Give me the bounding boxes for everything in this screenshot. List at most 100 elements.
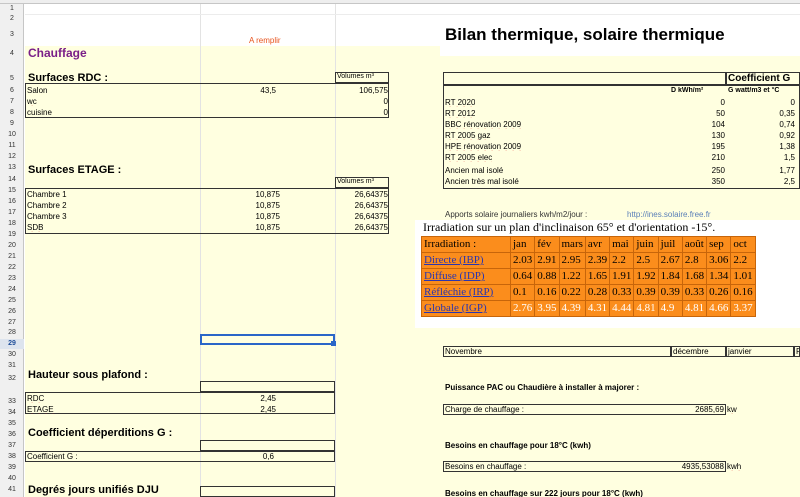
row-number[interactable]: 19: [0, 230, 24, 240]
etage-row-surface[interactable]: 10,875: [200, 201, 280, 210]
coef-row-g[interactable]: 0,92: [726, 131, 795, 140]
coef-row-name[interactable]: RT 2020: [445, 98, 475, 107]
coef-row-name[interactable]: HPE rénovation 2009: [445, 142, 521, 151]
row-number[interactable]: 32: [0, 374, 24, 384]
row-number[interactable]: 27: [0, 318, 24, 328]
row-number[interactable]: 39: [0, 463, 24, 473]
etage-row-surface[interactable]: 10,875: [200, 223, 280, 232]
rdc-row-surface[interactable]: 43,5: [200, 86, 276, 95]
coef-row-g[interactable]: 0,35: [726, 109, 795, 118]
row-number[interactable]: 34: [0, 408, 24, 418]
row-header-bar[interactable]: 1 2 3 4 5 6 7 8 9 10 11 12 13 14 15 16 1…: [0, 4, 24, 497]
row-number[interactable]: 6: [0, 86, 24, 96]
row-number[interactable]: 13: [0, 163, 24, 173]
coef-row-kwh[interactable]: 130: [671, 131, 725, 140]
irr-row-link-reflechie[interactable]: Réfléchie (IRP): [424, 286, 493, 298]
etage-row-volume[interactable]: 26,64375: [335, 190, 388, 199]
coef-row-kwh[interactable]: 104: [671, 120, 725, 129]
month-cell-decembre[interactable]: décembre: [671, 346, 726, 357]
coef-g-header-blank[interactable]: [443, 72, 726, 85]
etage-row-name[interactable]: Chambre 1: [27, 190, 67, 199]
row-number[interactable]: 22: [0, 263, 24, 273]
row-number[interactable]: 4: [0, 49, 24, 59]
row-number[interactable]: 1: [0, 4, 24, 14]
coef-row-g[interactable]: 1,77: [726, 166, 795, 175]
row-number[interactable]: 5: [0, 74, 24, 84]
row-number[interactable]: 25: [0, 296, 24, 306]
hauteur-row-name[interactable]: RDC: [27, 394, 44, 403]
etage-row-surface[interactable]: 10,875: [200, 190, 280, 199]
row-number[interactable]: 12: [0, 152, 24, 162]
row-number[interactable]: 36: [0, 430, 24, 440]
row-number[interactable]: 21: [0, 252, 24, 262]
row-number[interactable]: 11: [0, 141, 24, 151]
selected-cell[interactable]: [200, 334, 336, 346]
coef-row-name[interactable]: RT 2012: [445, 109, 475, 118]
rdc-volume-header[interactable]: Volumes m³: [335, 72, 389, 83]
rdc-row-name[interactable]: Salon: [27, 86, 47, 95]
etage-row-name[interactable]: SDB: [27, 223, 43, 232]
coef-row-g[interactable]: 0: [726, 98, 795, 107]
irr-row-link-directe[interactable]: Directe (IBP): [424, 254, 484, 266]
coef-row-name[interactable]: Ancien mal isolé: [445, 166, 503, 175]
row-number[interactable]: 20: [0, 241, 24, 251]
hauteur-row-name[interactable]: ETAGE: [27, 405, 54, 414]
etage-row-volume[interactable]: 26,64375: [335, 201, 388, 210]
etage-row-name[interactable]: Chambre 2: [27, 201, 67, 210]
row-number[interactable]: 16: [0, 197, 24, 207]
etage-row-volume[interactable]: 26,64375: [335, 212, 388, 221]
row-number[interactable]: 37: [0, 441, 24, 451]
rdc-row-name[interactable]: wc: [27, 97, 37, 106]
coef-row-kwh[interactable]: 210: [671, 153, 725, 162]
etage-volume-header[interactable]: Volumes m³: [335, 177, 389, 188]
coef-row-kwh[interactable]: 195: [671, 142, 725, 151]
month-cell-janvier[interactable]: janvier: [726, 346, 794, 357]
etage-row-surface[interactable]: 10,875: [200, 212, 280, 221]
besoins-label[interactable]: Besoins en chauffage :: [445, 462, 526, 471]
irr-row-link-diffuse[interactable]: Diffuse (IDP): [424, 270, 485, 282]
row-number[interactable]: 26: [0, 307, 24, 317]
row-number[interactable]: 23: [0, 274, 24, 284]
row-number[interactable]: 28: [0, 328, 24, 338]
row-number[interactable]: 31: [0, 361, 24, 371]
dju-header-cell[interactable]: [200, 486, 335, 497]
coef-header-cell[interactable]: [200, 440, 335, 451]
coef-row-g[interactable]: 1,5: [726, 153, 795, 162]
irr-row-link-globale[interactable]: Globale (IGP): [424, 302, 487, 314]
coef-row-g[interactable]: 1,38: [726, 142, 795, 151]
row-number[interactable]: 9: [0, 119, 24, 129]
coef-value[interactable]: 0,6: [200, 452, 274, 461]
etage-row-volume[interactable]: 26,64375: [335, 223, 388, 232]
rdc-row-volume[interactable]: 106,575: [335, 86, 388, 95]
coef-row-name[interactable]: RT 2005 elec: [445, 153, 492, 162]
column-header-bar[interactable]: [0, 0, 800, 4]
col-watt-header[interactable]: G watt/m3 et °C: [728, 87, 779, 94]
row-number[interactable]: 24: [0, 285, 24, 295]
coef-row-kwh[interactable]: 0: [671, 98, 725, 107]
coef-row-name[interactable]: BBC rénovation 2009: [445, 120, 521, 129]
rdc-row-volume[interactable]: 0: [335, 108, 388, 117]
coef-row-kwh[interactable]: 350: [671, 177, 725, 186]
rdc-row-name[interactable]: cuisine: [27, 108, 52, 117]
row-number[interactable]: 35: [0, 419, 24, 429]
row-number[interactable]: 14: [0, 175, 24, 185]
apports-link[interactable]: http://ines.solaire.free.fr: [627, 210, 711, 219]
row-number-active[interactable]: 29: [0, 339, 24, 349]
coef-row-kwh[interactable]: 50: [671, 109, 725, 118]
col-kwh-header[interactable]: D kWh/m²: [671, 87, 703, 94]
row-number[interactable]: 41: [0, 485, 24, 495]
row-number[interactable]: 15: [0, 186, 24, 196]
rdc-row-volume[interactable]: 0: [335, 97, 388, 106]
row-number[interactable]: 7: [0, 97, 24, 107]
row-number[interactable]: 38: [0, 452, 24, 462]
coef-label[interactable]: Coefficient G :: [27, 452, 78, 461]
coef-row-name[interactable]: RT 2005 gaz: [445, 131, 491, 140]
coef-row-kwh[interactable]: 250: [671, 166, 725, 175]
hauteur-header-cell[interactable]: [200, 381, 335, 392]
fill-handle[interactable]: [331, 341, 336, 346]
row-number[interactable]: 2: [0, 14, 24, 24]
row-number[interactable]: 3: [0, 30, 24, 40]
charge-value[interactable]: 2685,69: [671, 405, 724, 414]
etage-row-name[interactable]: Chambre 3: [27, 212, 67, 221]
row-number[interactable]: 8: [0, 108, 24, 118]
